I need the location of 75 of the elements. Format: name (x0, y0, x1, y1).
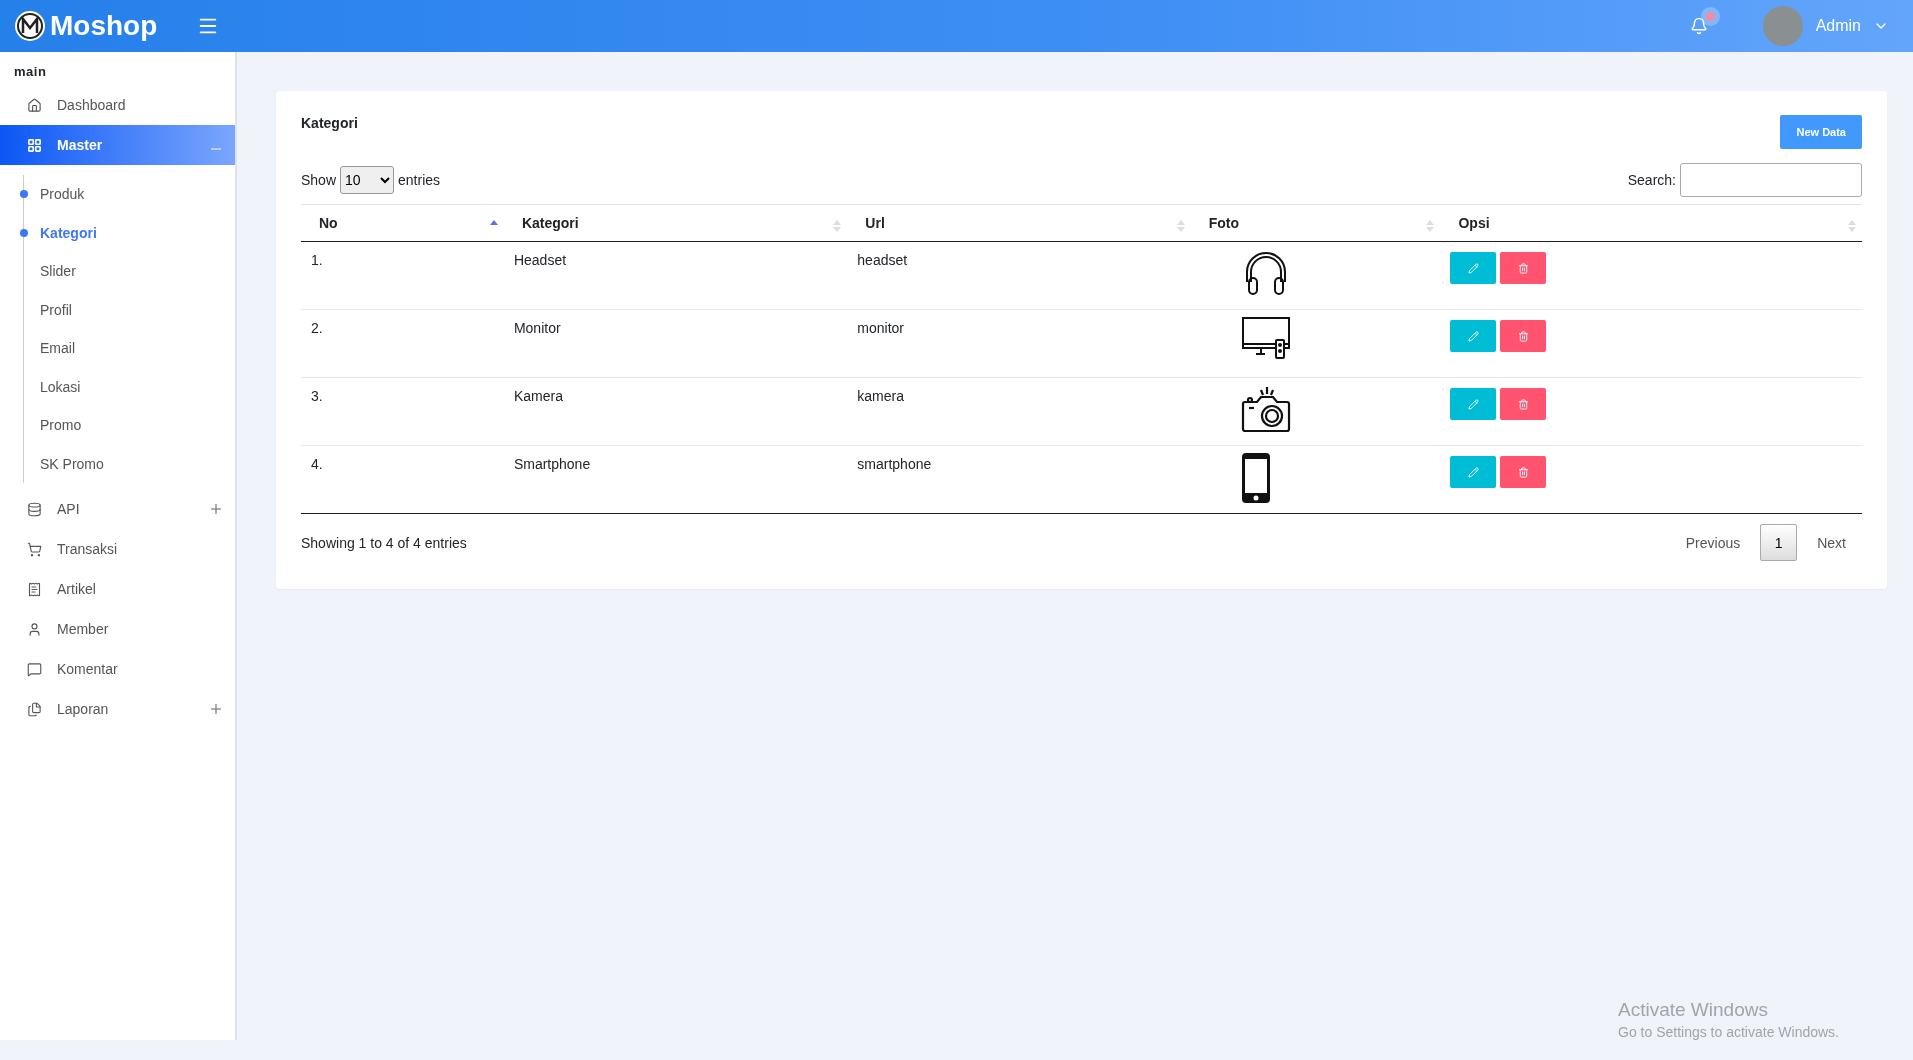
table-cell: kamera (847, 377, 1191, 446)
pencil-icon (1468, 262, 1479, 274)
logo-icon (14, 10, 46, 42)
show-label: Show (301, 172, 337, 188)
submenu-item[interactable]: SK Promo (24, 444, 235, 483)
column-header[interactable]: Kategori (503, 204, 848, 242)
edit-button[interactable] (1450, 456, 1497, 488)
pencil-icon (1468, 398, 1479, 410)
submenu-item[interactable]: Profil (24, 290, 235, 329)
table-cell: 4. (301, 445, 504, 514)
activation-text: Go to Settings to activate Windows. (1618, 1024, 1839, 1040)
sidebar-item[interactable]: Artikel (0, 569, 235, 609)
table-cell: smartphone (847, 445, 1191, 514)
delete-button[interactable] (1500, 388, 1547, 420)
avatar (1762, 6, 1803, 46)
sidebar-icon (27, 701, 42, 717)
expand-icon[interactable] (211, 504, 221, 514)
delete-button[interactable] (1500, 320, 1547, 352)
sidebar-icon (27, 581, 42, 597)
table-cell: Headset (503, 241, 848, 310)
monitor-icon (1240, 316, 1291, 360)
pencil-icon (1468, 330, 1479, 342)
sidebar-item[interactable]: Master (0, 125, 235, 165)
brand-name: Moshop (50, 10, 158, 42)
delete-button[interactable] (1500, 252, 1547, 284)
section-title: main (13, 63, 48, 81)
pencil-icon (1468, 466, 1479, 478)
submenu-item[interactable]: Lokasi (24, 367, 235, 406)
edit-button[interactable] (1450, 320, 1497, 352)
sidebar-item[interactable]: Transaksi (0, 529, 235, 569)
sidebar-item[interactable]: Laporan (0, 689, 235, 729)
sidebar-item[interactable]: Komentar (0, 649, 235, 689)
table-cell: 2. (301, 309, 504, 378)
sidebar-icon (27, 661, 42, 677)
entries-label: entries (398, 172, 441, 188)
card-title: Kategori (301, 115, 358, 131)
expand-icon[interactable] (211, 704, 221, 714)
table-cell: 1. (301, 241, 504, 310)
sidebar-icon (27, 501, 42, 517)
table-info: Showing 1 to 4 of 4 entries (301, 534, 467, 551)
sidebar-icon (27, 97, 42, 113)
submenu-item[interactable]: Email (24, 329, 235, 368)
sidebar-icon (27, 621, 42, 637)
trash-icon (1518, 398, 1529, 410)
previous-link[interactable]: Previous (1669, 534, 1757, 551)
table-cell: monitor (847, 309, 1191, 378)
table-cell: Kamera (503, 377, 848, 446)
smartphone-icon (1240, 452, 1271, 504)
next-link[interactable]: Next (1801, 534, 1862, 551)
submenu-item[interactable]: Promo (24, 406, 235, 445)
activation-title: Activate Windows (1618, 999, 1769, 1021)
column-header[interactable]: Foto (1190, 204, 1441, 242)
table-cell: headset (847, 241, 1191, 310)
sidebar-icon (27, 541, 42, 557)
page-size-select[interactable]: 10 (340, 166, 395, 194)
sidebar-item[interactable]: API (0, 489, 235, 529)
edit-button[interactable] (1450, 388, 1497, 420)
search-field[interactable] (1680, 163, 1862, 197)
table-cell: Smartphone (503, 445, 848, 514)
submenu-item[interactable]: Slider (24, 252, 235, 291)
page-number[interactable]: 1 (1760, 524, 1798, 561)
column-header[interactable]: Opsi (1440, 204, 1862, 242)
trash-icon (1518, 330, 1529, 342)
trash-icon (1518, 466, 1529, 478)
sidebar-item[interactable]: Dashboard (0, 85, 235, 125)
delete-button[interactable] (1500, 456, 1547, 488)
sidebar-item[interactable]: Member (0, 609, 235, 649)
edit-button[interactable] (1450, 252, 1497, 284)
sidebar-icon (27, 137, 42, 153)
search-label: Search: (1627, 172, 1676, 188)
column-header[interactable]: Url (847, 204, 1191, 242)
table-cell: 3. (301, 377, 504, 446)
trash-icon (1518, 262, 1529, 274)
column-header[interactable]: No (301, 204, 504, 242)
table-cell: Monitor (503, 309, 848, 378)
